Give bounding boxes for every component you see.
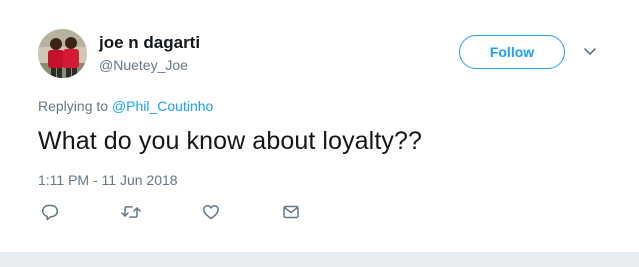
- reply-icon[interactable]: [40, 202, 60, 222]
- replying-to: Replying to @Phil_Coutinho: [38, 98, 213, 115]
- replying-mention-link[interactable]: @Phil_Coutinho: [112, 98, 213, 114]
- tweet-card: joe n dagarti @Nuetey_Joe Follow Replyin…: [0, 0, 639, 252]
- retweet-icon[interactable]: [120, 202, 142, 222]
- tweet-text: What do you know about loyalty??: [38, 127, 422, 155]
- avatar[interactable]: [38, 29, 87, 78]
- chevron-down-icon[interactable]: [582, 45, 598, 59]
- tweet-timestamp[interactable]: 1:11 PM - 11 Jun 2018: [38, 172, 178, 189]
- author-name[interactable]: joe n dagarti: [99, 33, 200, 53]
- replying-prefix: Replying to: [38, 98, 109, 114]
- avatar-photo: [38, 29, 87, 78]
- direct-message-icon[interactable]: [281, 202, 301, 222]
- follow-button[interactable]: Follow: [459, 35, 565, 69]
- author-handle[interactable]: @Nuetey_Joe: [99, 57, 188, 74]
- like-icon[interactable]: [201, 202, 221, 222]
- timeline-background: [0, 252, 639, 267]
